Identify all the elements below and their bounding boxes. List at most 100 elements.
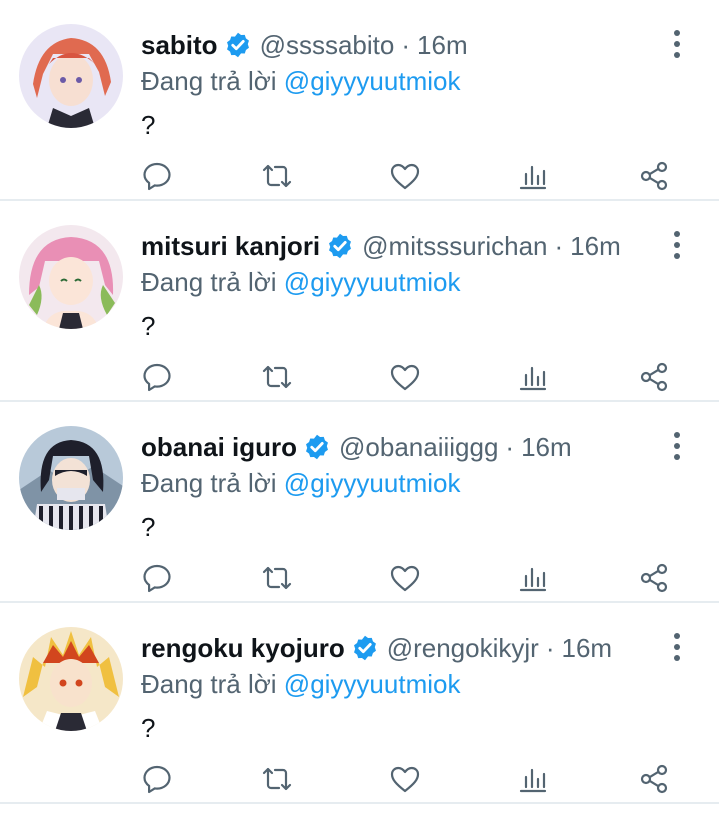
avatar-image	[19, 225, 123, 329]
reply-button[interactable]	[141, 763, 173, 795]
share-button[interactable]	[638, 361, 670, 393]
timestamp[interactable]: 16m	[570, 229, 621, 263]
retweet-button[interactable]	[261, 763, 293, 795]
replying-to-label: Đang trả lời	[141, 66, 277, 96]
share-icon	[640, 362, 668, 392]
reply-icon	[143, 363, 171, 392]
tweet[interactable]: rengoku kyojuro @rengokikyjr · 16m Đang …	[0, 603, 719, 804]
retweet-icon	[262, 767, 292, 791]
like-icon	[390, 163, 420, 190]
reply-icon	[143, 765, 171, 794]
reply-icon	[143, 564, 171, 593]
action-bar	[141, 763, 681, 797]
avatar[interactable]	[19, 225, 123, 329]
stats-button[interactable]	[517, 562, 549, 594]
tweet-text: ?	[141, 713, 156, 743]
display-name[interactable]: mitsuri kanjori	[141, 229, 320, 263]
tweet-text: ?	[141, 311, 156, 341]
reply-feed: sabito @ssssabito · 16m Đang trả lời @gi…	[0, 0, 719, 804]
avatar-image	[19, 24, 123, 128]
avatar-image	[19, 426, 123, 530]
mention-link[interactable]: @giyyyuutmiok	[284, 267, 461, 297]
more-options-icon[interactable]	[665, 231, 689, 259]
reply-icon	[143, 162, 171, 191]
mention-link[interactable]: @giyyyuutmiok	[284, 66, 461, 96]
share-icon	[640, 161, 668, 191]
like-button[interactable]	[389, 160, 421, 192]
like-icon	[390, 766, 420, 793]
avatar[interactable]	[19, 426, 123, 530]
stats-button[interactable]	[517, 763, 549, 795]
share-button[interactable]	[638, 562, 670, 594]
tweet[interactable]: mitsuri kanjori @mitsssurichan · 16m Đan…	[0, 201, 719, 402]
replying-to: Đang trả lời @giyyyuutmiok	[141, 64, 460, 98]
stats-icon	[519, 567, 547, 592]
retweet-icon	[262, 164, 292, 188]
user-handle[interactable]: @ssssabito	[260, 28, 395, 62]
display-name[interactable]: sabito	[141, 28, 218, 62]
tweet[interactable]: sabito @ssssabito · 16m Đang trả lời @gi…	[0, 0, 719, 201]
more-options-icon[interactable]	[665, 633, 689, 661]
retweet-button[interactable]	[261, 562, 293, 594]
like-button[interactable]	[389, 763, 421, 795]
stats-icon	[519, 768, 547, 793]
display-name[interactable]: obanai iguro	[141, 430, 297, 464]
share-button[interactable]	[638, 160, 670, 192]
stats-icon	[519, 366, 547, 391]
reply-button[interactable]	[141, 361, 173, 393]
display-name[interactable]: rengoku kyojuro	[141, 631, 345, 665]
separator: ·	[545, 633, 555, 663]
more-options-icon[interactable]	[665, 30, 689, 58]
replying-to-label: Đang trả lời	[141, 267, 277, 297]
verified-badge-icon	[226, 32, 249, 58]
stats-button[interactable]	[517, 361, 549, 393]
replying-to-label: Đang trả lời	[141, 468, 277, 498]
stats-button[interactable]	[517, 160, 549, 192]
timestamp[interactable]: 16m	[417, 28, 468, 62]
share-icon	[640, 563, 668, 593]
separator: ·	[505, 432, 515, 462]
user-handle[interactable]: @rengokikyjr	[387, 631, 539, 665]
retweet-button[interactable]	[261, 361, 293, 393]
replying-to: Đang trả lời @giyyyuutmiok	[141, 466, 460, 500]
tweet-header: mitsuri kanjori @mitsssurichan · 16m	[141, 229, 659, 263]
tweet-header: obanai iguro @obanaiiiggg · 16m	[141, 430, 659, 464]
action-bar	[141, 361, 681, 395]
mention-link[interactable]: @giyyyuutmiok	[284, 468, 461, 498]
avatar[interactable]	[19, 627, 123, 731]
tweet-header: sabito @ssssabito · 16m	[141, 28, 659, 62]
verified-badge-icon	[306, 434, 328, 460]
retweet-icon	[262, 365, 292, 389]
reply-button[interactable]	[141, 562, 173, 594]
retweet-button[interactable]	[261, 160, 293, 192]
separator: ·	[401, 30, 411, 60]
share-icon	[640, 764, 668, 794]
tweet[interactable]: obanai iguro @obanaiiiggg · 16m Đang trả…	[0, 402, 719, 603]
avatar[interactable]	[19, 24, 123, 128]
like-button[interactable]	[389, 361, 421, 393]
verified-badge-icon	[353, 635, 376, 661]
like-button[interactable]	[389, 562, 421, 594]
stats-icon	[519, 165, 547, 190]
tweet-header: rengoku kyojuro @rengokikyjr · 16m	[141, 631, 659, 665]
avatar-image	[19, 627, 123, 731]
action-bar	[141, 562, 681, 596]
tweet-text: ?	[141, 110, 156, 140]
user-handle[interactable]: @obanaiiiggg	[339, 430, 498, 464]
replying-to-label: Đang trả lời	[141, 669, 277, 699]
verified-badge-icon	[329, 233, 352, 259]
share-button[interactable]	[638, 763, 670, 795]
retweet-icon	[262, 566, 292, 590]
like-icon	[390, 565, 420, 592]
action-bar	[141, 160, 681, 194]
more-options-icon[interactable]	[665, 432, 689, 460]
like-icon	[390, 364, 420, 391]
mention-link[interactable]: @giyyyuutmiok	[284, 669, 461, 699]
replying-to: Đang trả lời @giyyyuutmiok	[141, 667, 460, 701]
separator: ·	[554, 231, 564, 261]
user-handle[interactable]: @mitsssurichan	[362, 229, 547, 263]
timestamp[interactable]: 16m	[521, 430, 572, 464]
timestamp[interactable]: 16m	[561, 631, 612, 665]
reply-button[interactable]	[141, 160, 173, 192]
replying-to: Đang trả lời @giyyyuutmiok	[141, 265, 460, 299]
